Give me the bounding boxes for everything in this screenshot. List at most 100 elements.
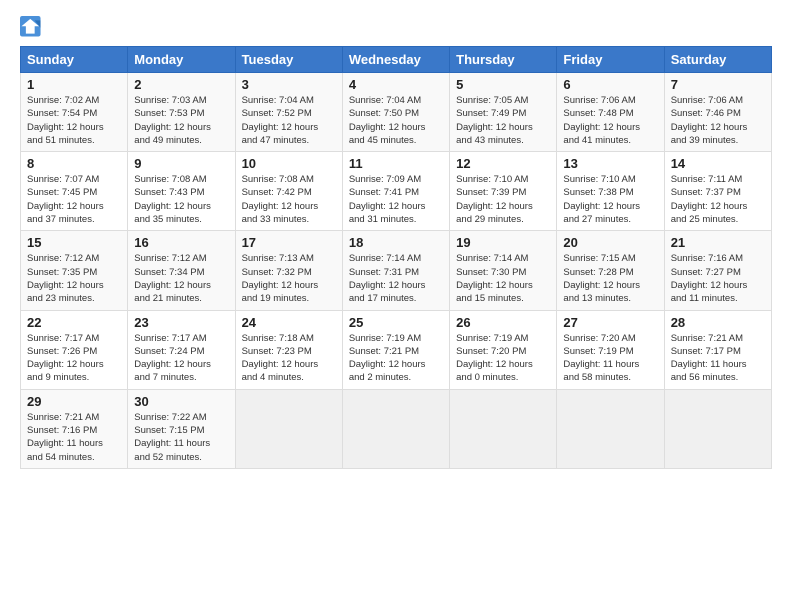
calendar-cell: 25 Sunrise: 7:19 AM Sunset: 7:21 PM Dayl… xyxy=(342,310,449,389)
header xyxy=(20,16,772,38)
calendar-cell: 15 Sunrise: 7:12 AM Sunset: 7:35 PM Dayl… xyxy=(21,231,128,310)
day-number: 16 xyxy=(134,235,228,250)
calendar-cell: 10 Sunrise: 7:08 AM Sunset: 7:42 PM Dayl… xyxy=(235,152,342,231)
day-info: Sunrise: 7:02 AM Sunset: 7:54 PM Dayligh… xyxy=(27,94,121,147)
logo xyxy=(20,16,47,38)
calendar-cell: 12 Sunrise: 7:10 AM Sunset: 7:39 PM Dayl… xyxy=(450,152,557,231)
day-number: 15 xyxy=(27,235,121,250)
day-info: Sunrise: 7:10 AM Sunset: 7:39 PM Dayligh… xyxy=(456,173,550,226)
day-info: Sunrise: 7:18 AM Sunset: 7:23 PM Dayligh… xyxy=(242,332,336,385)
calendar-cell: 2 Sunrise: 7:03 AM Sunset: 7:53 PM Dayli… xyxy=(128,73,235,152)
calendar-cell: 22 Sunrise: 7:17 AM Sunset: 7:26 PM Dayl… xyxy=(21,310,128,389)
day-number: 25 xyxy=(349,315,443,330)
day-header-wednesday: Wednesday xyxy=(342,47,449,73)
calendar-cell xyxy=(557,389,664,468)
day-info: Sunrise: 7:11 AM Sunset: 7:37 PM Dayligh… xyxy=(671,173,765,226)
day-info: Sunrise: 7:21 AM Sunset: 7:16 PM Dayligh… xyxy=(27,411,121,464)
calendar-week-2: 8 Sunrise: 7:07 AM Sunset: 7:45 PM Dayli… xyxy=(21,152,772,231)
calendar-week-4: 22 Sunrise: 7:17 AM Sunset: 7:26 PM Dayl… xyxy=(21,310,772,389)
day-info: Sunrise: 7:19 AM Sunset: 7:21 PM Dayligh… xyxy=(349,332,443,385)
calendar-cell xyxy=(450,389,557,468)
day-info: Sunrise: 7:22 AM Sunset: 7:15 PM Dayligh… xyxy=(134,411,228,464)
calendar-table: SundayMondayTuesdayWednesdayThursdayFrid… xyxy=(20,46,772,469)
day-number: 2 xyxy=(134,77,228,92)
calendar-cell: 8 Sunrise: 7:07 AM Sunset: 7:45 PM Dayli… xyxy=(21,152,128,231)
day-header-monday: Monday xyxy=(128,47,235,73)
day-number: 13 xyxy=(563,156,657,171)
calendar-cell: 23 Sunrise: 7:17 AM Sunset: 7:24 PM Dayl… xyxy=(128,310,235,389)
calendar-cell: 9 Sunrise: 7:08 AM Sunset: 7:43 PM Dayli… xyxy=(128,152,235,231)
day-header-saturday: Saturday xyxy=(664,47,771,73)
day-number: 19 xyxy=(456,235,550,250)
day-info: Sunrise: 7:06 AM Sunset: 7:48 PM Dayligh… xyxy=(563,94,657,147)
calendar-cell: 13 Sunrise: 7:10 AM Sunset: 7:38 PM Dayl… xyxy=(557,152,664,231)
day-info: Sunrise: 7:07 AM Sunset: 7:45 PM Dayligh… xyxy=(27,173,121,226)
calendar-cell xyxy=(235,389,342,468)
day-number: 5 xyxy=(456,77,550,92)
page-container: SundayMondayTuesdayWednesdayThursdayFrid… xyxy=(0,0,792,479)
day-number: 30 xyxy=(134,394,228,409)
day-number: 6 xyxy=(563,77,657,92)
calendar-cell: 5 Sunrise: 7:05 AM Sunset: 7:49 PM Dayli… xyxy=(450,73,557,152)
day-number: 1 xyxy=(27,77,121,92)
day-number: 18 xyxy=(349,235,443,250)
calendar-cell: 4 Sunrise: 7:04 AM Sunset: 7:50 PM Dayli… xyxy=(342,73,449,152)
day-number: 10 xyxy=(242,156,336,171)
calendar-cell: 30 Sunrise: 7:22 AM Sunset: 7:15 PM Dayl… xyxy=(128,389,235,468)
calendar-cell: 24 Sunrise: 7:18 AM Sunset: 7:23 PM Dayl… xyxy=(235,310,342,389)
calendar-cell: 16 Sunrise: 7:12 AM Sunset: 7:34 PM Dayl… xyxy=(128,231,235,310)
day-info: Sunrise: 7:19 AM Sunset: 7:20 PM Dayligh… xyxy=(456,332,550,385)
day-info: Sunrise: 7:09 AM Sunset: 7:41 PM Dayligh… xyxy=(349,173,443,226)
day-info: Sunrise: 7:08 AM Sunset: 7:43 PM Dayligh… xyxy=(134,173,228,226)
day-number: 29 xyxy=(27,394,121,409)
calendar-cell: 11 Sunrise: 7:09 AM Sunset: 7:41 PM Dayl… xyxy=(342,152,449,231)
day-info: Sunrise: 7:13 AM Sunset: 7:32 PM Dayligh… xyxy=(242,252,336,305)
day-number: 14 xyxy=(671,156,765,171)
day-info: Sunrise: 7:03 AM Sunset: 7:53 PM Dayligh… xyxy=(134,94,228,147)
calendar-cell: 1 Sunrise: 7:02 AM Sunset: 7:54 PM Dayli… xyxy=(21,73,128,152)
day-info: Sunrise: 7:14 AM Sunset: 7:31 PM Dayligh… xyxy=(349,252,443,305)
calendar-cell: 26 Sunrise: 7:19 AM Sunset: 7:20 PM Dayl… xyxy=(450,310,557,389)
day-number: 24 xyxy=(242,315,336,330)
day-number: 22 xyxy=(27,315,121,330)
day-number: 11 xyxy=(349,156,443,171)
day-number: 8 xyxy=(27,156,121,171)
day-number: 20 xyxy=(563,235,657,250)
day-number: 23 xyxy=(134,315,228,330)
calendar-cell: 27 Sunrise: 7:20 AM Sunset: 7:19 PM Dayl… xyxy=(557,310,664,389)
calendar-cell: 7 Sunrise: 7:06 AM Sunset: 7:46 PM Dayli… xyxy=(664,73,771,152)
day-header-friday: Friday xyxy=(557,47,664,73)
calendar-cell: 6 Sunrise: 7:06 AM Sunset: 7:48 PM Dayli… xyxy=(557,73,664,152)
day-number: 7 xyxy=(671,77,765,92)
calendar-cell: 17 Sunrise: 7:13 AM Sunset: 7:32 PM Dayl… xyxy=(235,231,342,310)
calendar-header-row: SundayMondayTuesdayWednesdayThursdayFrid… xyxy=(21,47,772,73)
calendar-week-3: 15 Sunrise: 7:12 AM Sunset: 7:35 PM Dayl… xyxy=(21,231,772,310)
day-info: Sunrise: 7:06 AM Sunset: 7:46 PM Dayligh… xyxy=(671,94,765,147)
day-info: Sunrise: 7:14 AM Sunset: 7:30 PM Dayligh… xyxy=(456,252,550,305)
logo-icon xyxy=(20,16,42,38)
calendar-cell: 21 Sunrise: 7:16 AM Sunset: 7:27 PM Dayl… xyxy=(664,231,771,310)
day-number: 12 xyxy=(456,156,550,171)
day-header-tuesday: Tuesday xyxy=(235,47,342,73)
calendar-cell: 28 Sunrise: 7:21 AM Sunset: 7:17 PM Dayl… xyxy=(664,310,771,389)
day-number: 17 xyxy=(242,235,336,250)
day-info: Sunrise: 7:15 AM Sunset: 7:28 PM Dayligh… xyxy=(563,252,657,305)
calendar-cell: 19 Sunrise: 7:14 AM Sunset: 7:30 PM Dayl… xyxy=(450,231,557,310)
day-info: Sunrise: 7:04 AM Sunset: 7:52 PM Dayligh… xyxy=(242,94,336,147)
day-info: Sunrise: 7:05 AM Sunset: 7:49 PM Dayligh… xyxy=(456,94,550,147)
day-info: Sunrise: 7:04 AM Sunset: 7:50 PM Dayligh… xyxy=(349,94,443,147)
day-header-sunday: Sunday xyxy=(21,47,128,73)
day-info: Sunrise: 7:17 AM Sunset: 7:26 PM Dayligh… xyxy=(27,332,121,385)
day-info: Sunrise: 7:08 AM Sunset: 7:42 PM Dayligh… xyxy=(242,173,336,226)
calendar-cell xyxy=(664,389,771,468)
calendar-cell: 3 Sunrise: 7:04 AM Sunset: 7:52 PM Dayli… xyxy=(235,73,342,152)
day-info: Sunrise: 7:12 AM Sunset: 7:35 PM Dayligh… xyxy=(27,252,121,305)
day-number: 27 xyxy=(563,315,657,330)
day-header-thursday: Thursday xyxy=(450,47,557,73)
day-info: Sunrise: 7:12 AM Sunset: 7:34 PM Dayligh… xyxy=(134,252,228,305)
day-info: Sunrise: 7:17 AM Sunset: 7:24 PM Dayligh… xyxy=(134,332,228,385)
day-info: Sunrise: 7:20 AM Sunset: 7:19 PM Dayligh… xyxy=(563,332,657,385)
day-info: Sunrise: 7:16 AM Sunset: 7:27 PM Dayligh… xyxy=(671,252,765,305)
day-number: 3 xyxy=(242,77,336,92)
calendar-cell xyxy=(342,389,449,468)
